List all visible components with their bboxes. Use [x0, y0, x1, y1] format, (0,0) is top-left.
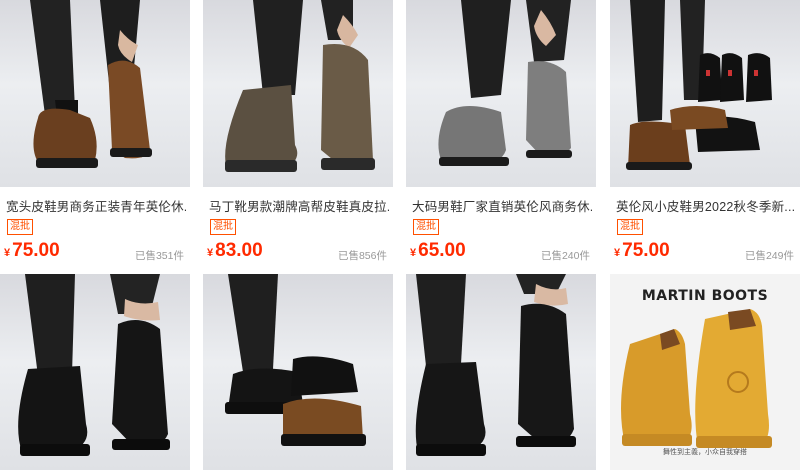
product-title[interactable]: 宽头皮鞋男商务正装青年英伦休...: [6, 196, 186, 214]
product-card[interactable]: 马丁靴男款潮牌高帮皮鞋真皮拉... 混批 ¥83.00 已售856件: [203, 0, 393, 270]
sold-count: 已售249件: [744, 250, 794, 262]
product-card[interactable]: [203, 274, 393, 470]
product-image[interactable]: [0, 0, 190, 187]
product-card[interactable]: MARTIN BOOTS 舞性到主義，小众自我穿搭: [610, 274, 800, 470]
product-image[interactable]: [406, 274, 596, 470]
product-image[interactable]: [406, 0, 596, 187]
product-card[interactable]: 英伦风小皮鞋男2022秋冬季新... 混批 ¥75.00 已售249件: [610, 0, 800, 270]
product-title[interactable]: 英伦风小皮鞋男2022秋冬季新...: [616, 196, 796, 214]
currency-symbol: ¥: [4, 247, 11, 259]
ad-title: MARTIN BOOTS: [641, 288, 769, 304]
sold-count: 已售856件: [337, 250, 387, 262]
product-card[interactable]: 大码男鞋厂家直销英伦风商务休... 混批 ¥65.00 已售240件: [406, 0, 596, 270]
currency-symbol: ¥: [207, 247, 214, 259]
wholesale-badge: 混批: [413, 219, 439, 235]
product-price: ¥75.00: [4, 239, 60, 265]
sold-count: 已售351件: [134, 250, 184, 262]
product-price: ¥65.00: [410, 239, 466, 265]
product-grid: 宽头皮鞋男商务正装青年英伦休... 混批 ¥75.00 已售351件 马丁靴男款…: [0, 0, 800, 470]
sold-count: 已售240件: [540, 250, 590, 262]
currency-symbol: ¥: [410, 247, 417, 259]
product-card[interactable]: 宽头皮鞋男商务正装青年英伦休... 混批 ¥75.00 已售351件: [0, 0, 190, 270]
product-image[interactable]: [203, 274, 393, 470]
product-title[interactable]: 大码男鞋厂家直销英伦风商务休...: [412, 196, 592, 214]
product-card[interactable]: [0, 274, 190, 470]
price-value: 75.00: [12, 240, 60, 261]
product-image[interactable]: [0, 274, 190, 470]
wholesale-badge: 混批: [210, 219, 236, 235]
ad-caption: 舞性到主義，小众自我穿搭: [663, 449, 747, 456]
product-card[interactable]: [406, 274, 596, 470]
wholesale-badge: 混批: [7, 219, 33, 235]
wholesale-badge: 混批: [617, 219, 643, 235]
product-image[interactable]: [203, 0, 393, 187]
product-price: ¥75.00: [614, 239, 670, 265]
price-value: 75.00: [622, 240, 670, 261]
product-image[interactable]: MARTIN BOOTS 舞性到主義，小众自我穿搭: [610, 274, 800, 470]
price-value: 65.00: [418, 240, 466, 261]
product-price: ¥83.00: [207, 239, 263, 265]
currency-symbol: ¥: [614, 247, 621, 259]
product-title[interactable]: 马丁靴男款潮牌高帮皮鞋真皮拉...: [209, 196, 389, 214]
product-image[interactable]: [610, 0, 800, 187]
price-value: 83.00: [215, 240, 263, 261]
